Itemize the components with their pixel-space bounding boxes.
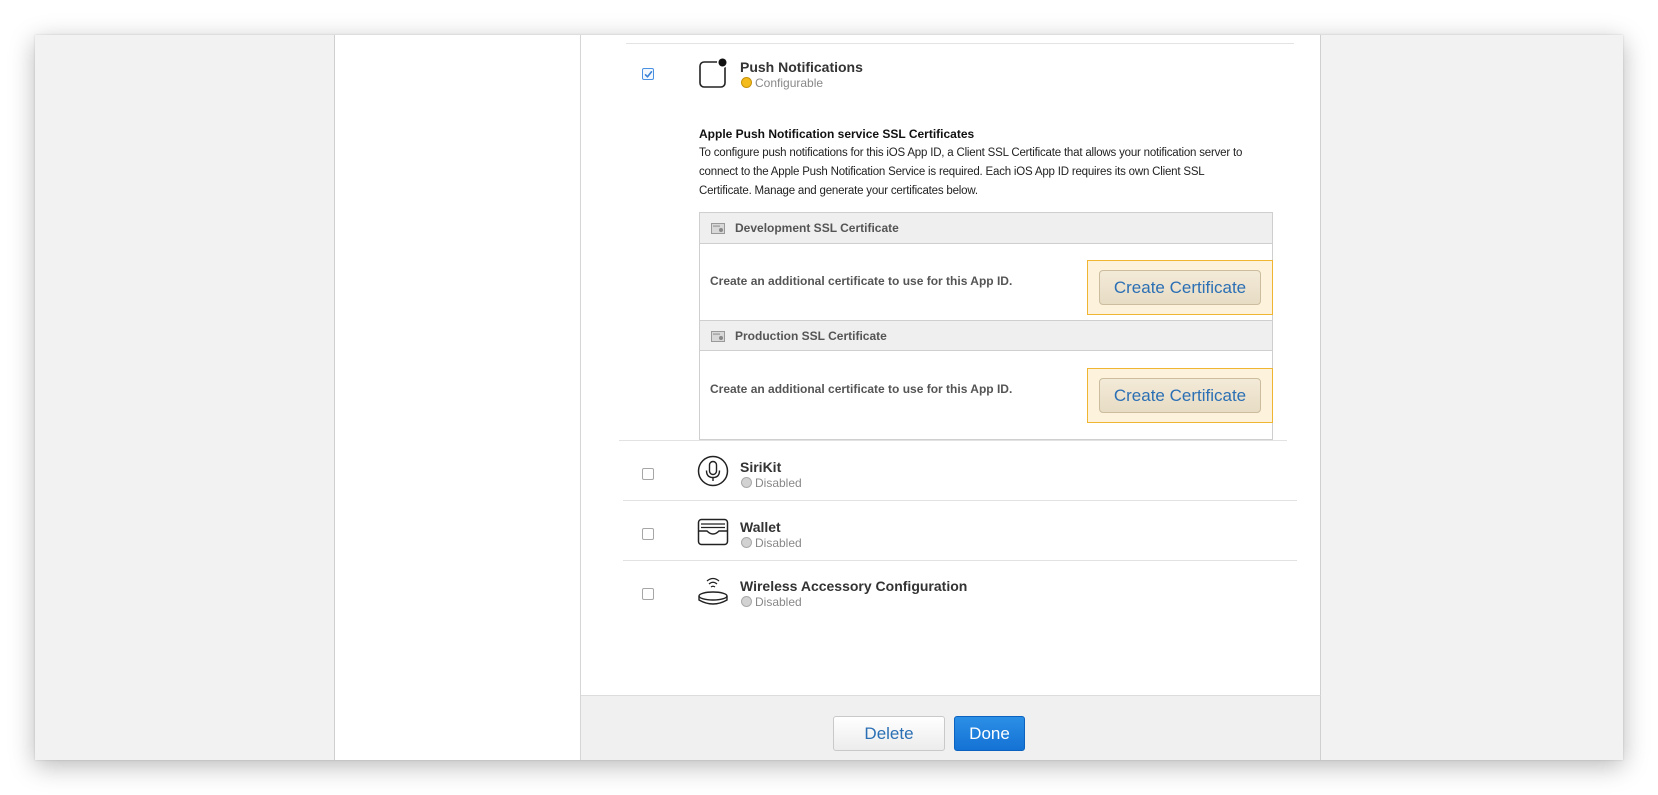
create-development-certificate-button[interactable]: Create Certificate (1099, 270, 1261, 305)
status-dot-icon (741, 596, 752, 607)
status-dot-icon (741, 537, 752, 548)
footer-bar: Delete Done (581, 695, 1321, 760)
status-label: Configurable (755, 76, 824, 90)
capability-status: Disabled (741, 595, 802, 609)
development-certificate-title: Development SSL Certificate (735, 221, 899, 235)
wireless-accessory-icon (698, 577, 728, 605)
capability-status: Disabled (741, 536, 802, 550)
certificates-box: Development SSL Certificate Create an ad… (699, 212, 1273, 440)
divider (623, 500, 1297, 501)
certificate-icon (711, 223, 725, 234)
capability-title: Wallet (740, 519, 781, 535)
divider (623, 560, 1297, 561)
capability-status: Disabled (741, 476, 802, 490)
wallet-icon (697, 518, 729, 546)
sidebar (334, 35, 581, 760)
push-notifications-icon (699, 57, 728, 88)
wireless-accessory-checkbox[interactable] (642, 588, 654, 600)
production-certificate-title: Production SSL Certificate (735, 329, 887, 343)
status-label: Disabled (755, 536, 802, 550)
divider (626, 43, 1294, 44)
create-production-certificate-button[interactable]: Create Certificate (1099, 378, 1261, 413)
microphone-icon (697, 455, 729, 487)
development-button-highlight: Create Certificate (1087, 260, 1273, 315)
checkmark-icon (644, 71, 653, 78)
push-notifications-checkbox[interactable] (642, 68, 654, 80)
capability-status: Configurable (741, 76, 823, 90)
certificate-icon (711, 331, 725, 342)
production-certificate-text: Create an additional certificate to use … (710, 382, 1013, 396)
development-certificate-text: Create an additional certificate to use … (710, 274, 1013, 288)
apns-section-description: To configure push notifications for this… (699, 147, 1243, 197)
production-button-highlight: Create Certificate (1087, 368, 1273, 423)
divider (619, 440, 1287, 441)
sirikit-checkbox[interactable] (642, 468, 654, 480)
status-dot-icon (741, 77, 752, 88)
capability-title: SiriKit (740, 459, 782, 475)
capability-title: Push Notifications (740, 59, 863, 75)
wallet-checkbox[interactable] (642, 528, 654, 540)
status-label: Disabled (755, 595, 802, 609)
capabilities-panel: Push Notifications Configurable Apple Pu… (581, 35, 1321, 760)
done-button[interactable]: Done (954, 716, 1025, 751)
delete-button[interactable]: Delete (833, 716, 945, 751)
production-certificate-header: Production SSL Certificate (700, 320, 1272, 351)
status-dot-icon (741, 477, 752, 488)
development-certificate-header: Development SSL Certificate (700, 213, 1272, 244)
capability-title: Wireless Accessory Configuration (740, 578, 968, 594)
apns-section-title: Apple Push Notification service SSL Cert… (699, 127, 975, 141)
status-label: Disabled (755, 476, 802, 490)
browser-window: Push Notifications Configurable Apple Pu… (35, 35, 1623, 760)
